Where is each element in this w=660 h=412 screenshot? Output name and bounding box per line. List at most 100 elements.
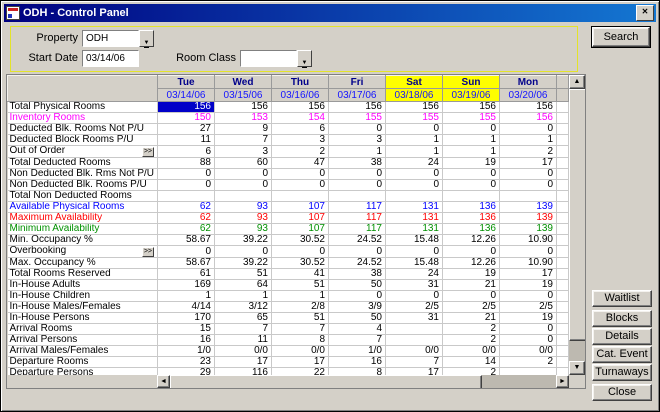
- grid-cell[interactable]: 6: [272, 124, 329, 135]
- grid-cell[interactable]: 0: [329, 124, 386, 135]
- grid-cell[interactable]: 156: [500, 102, 557, 113]
- grid-cell[interactable]: 3: [215, 146, 272, 158]
- grid-cell[interactable]: 0: [443, 124, 500, 135]
- grid-cell[interactable]: 19: [500, 280, 557, 291]
- grid-cell[interactable]: 136: [443, 202, 500, 213]
- grid-cell[interactable]: 7: [215, 324, 272, 335]
- scroll-right-button[interactable]: ►: [556, 375, 569, 388]
- grid-cell[interactable]: 2/5: [500, 302, 557, 313]
- grid-cell[interactable]: 31: [386, 280, 443, 291]
- search-button[interactable]: Search: [592, 27, 650, 47]
- grid-cell[interactable]: 0: [386, 246, 443, 258]
- grid-cell[interactable]: 150: [158, 113, 215, 124]
- grid-cell[interactable]: 51: [272, 313, 329, 324]
- grid-cell[interactable]: 93: [215, 224, 272, 235]
- grid-cell[interactable]: 30.52: [272, 235, 329, 246]
- grid-cell[interactable]: 169: [158, 280, 215, 291]
- grid-cell[interactable]: 19: [500, 313, 557, 324]
- grid-cell[interactable]: 51: [272, 280, 329, 291]
- grid-cell[interactable]: 0: [215, 169, 272, 180]
- grid-cell[interactable]: 41: [272, 269, 329, 280]
- grid-cell[interactable]: 39.22: [215, 258, 272, 269]
- grid-cell[interactable]: 155: [329, 113, 386, 124]
- grid-cell[interactable]: 156: [158, 102, 215, 113]
- property-combo[interactable]: ODH: [82, 30, 139, 47]
- grid-cell[interactable]: 0: [500, 335, 557, 346]
- grid-cell[interactable]: 1: [386, 146, 443, 158]
- grid-cell[interactable]: 3: [329, 135, 386, 146]
- vertical-scrollbar[interactable]: ▲ ▼: [569, 75, 585, 375]
- grid-cell[interactable]: 10.90: [500, 258, 557, 269]
- property-dropdown-button[interactable]: ▼: [139, 30, 154, 47]
- grid-cell[interactable]: 93: [215, 213, 272, 224]
- grid-cell[interactable]: 154: [272, 113, 329, 124]
- grid-cell[interactable]: 0/0: [386, 346, 443, 357]
- grid-cell[interactable]: 21: [443, 313, 500, 324]
- grid-cell[interactable]: 136: [443, 213, 500, 224]
- blocks-button[interactable]: Blocks: [592, 310, 652, 327]
- grid-cell[interactable]: 156: [386, 102, 443, 113]
- grid-cell[interactable]: 0: [158, 180, 215, 191]
- grid-cell[interactable]: 9: [215, 124, 272, 135]
- grid-cell[interactable]: 88: [158, 158, 215, 169]
- waitlist-button[interactable]: Waitlist: [592, 290, 652, 307]
- grid-cell[interactable]: 62: [158, 202, 215, 213]
- grid-cell[interactable]: 23: [158, 357, 215, 368]
- details-button[interactable]: Details: [592, 328, 652, 345]
- grid-cell[interactable]: 156: [215, 102, 272, 113]
- grid-cell[interactable]: 12.26: [443, 258, 500, 269]
- grid-cell[interactable]: [215, 191, 272, 202]
- grid-cell[interactable]: 170: [158, 313, 215, 324]
- grid-cell[interactable]: 136: [443, 224, 500, 235]
- grid-cell[interactable]: 0: [443, 246, 500, 258]
- grid-cell[interactable]: 0: [272, 180, 329, 191]
- grid-cell[interactable]: 15: [158, 324, 215, 335]
- grid-cell[interactable]: 2: [500, 357, 557, 368]
- grid-cell[interactable]: 0: [215, 180, 272, 191]
- grid-cell[interactable]: 2: [500, 146, 557, 158]
- grid-cell[interactable]: 1/0: [329, 346, 386, 357]
- grid-cell[interactable]: 10.90: [500, 235, 557, 246]
- expand-button[interactable]: >>: [142, 147, 154, 157]
- grid-cell[interactable]: 17: [215, 357, 272, 368]
- grid-cell[interactable]: 58.67: [158, 235, 215, 246]
- scroll-left-button[interactable]: ◄: [157, 375, 170, 388]
- grid-cell[interactable]: [272, 191, 329, 202]
- grid-cell[interactable]: 0: [158, 246, 215, 258]
- grid-cell[interactable]: 64: [215, 280, 272, 291]
- titlebar[interactable]: ODH - Control Panel ✕: [4, 4, 656, 22]
- grid-cell[interactable]: 58.67: [158, 258, 215, 269]
- grid-cell[interactable]: 1: [500, 135, 557, 146]
- grid-cell[interactable]: 0: [272, 246, 329, 258]
- grid-cell[interactable]: 139: [500, 202, 557, 213]
- grid-cell[interactable]: 4/14: [158, 302, 215, 313]
- grid-cell[interactable]: 0: [329, 291, 386, 302]
- grid-cell[interactable]: 50: [329, 280, 386, 291]
- grid-cell[interactable]: 117: [329, 202, 386, 213]
- grid-cell[interactable]: 0: [329, 246, 386, 258]
- grid-cell[interactable]: 24.52: [329, 235, 386, 246]
- grid-cell[interactable]: 61: [158, 269, 215, 280]
- grid-cell[interactable]: 131: [386, 202, 443, 213]
- grid-cell[interactable]: 153: [215, 113, 272, 124]
- grid-cell[interactable]: 12.26: [443, 235, 500, 246]
- grid-cell[interactable]: 50: [329, 313, 386, 324]
- grid-cell[interactable]: 1: [386, 135, 443, 146]
- grid-cell[interactable]: 17: [500, 158, 557, 169]
- grid-cell[interactable]: 156: [272, 102, 329, 113]
- scroll-up-button[interactable]: ▲: [569, 75, 585, 89]
- grid-cell[interactable]: 156: [329, 102, 386, 113]
- grid-cell[interactable]: 1: [215, 291, 272, 302]
- grid-cell[interactable]: 15.48: [386, 235, 443, 246]
- grid-cell[interactable]: 38: [329, 269, 386, 280]
- grid-cell[interactable]: 16: [329, 357, 386, 368]
- grid-cell[interactable]: 11: [215, 335, 272, 346]
- grid-cell[interactable]: 2/5: [443, 302, 500, 313]
- grid-cell[interactable]: [500, 191, 557, 202]
- grid-cell[interactable]: 0: [500, 291, 557, 302]
- grid-cell[interactable]: 0: [443, 169, 500, 180]
- grid-cell[interactable]: 24.52: [329, 258, 386, 269]
- grid-cell[interactable]: 0: [500, 246, 557, 258]
- grid-cell[interactable]: 7: [329, 335, 386, 346]
- grid-cell[interactable]: 1/0: [158, 346, 215, 357]
